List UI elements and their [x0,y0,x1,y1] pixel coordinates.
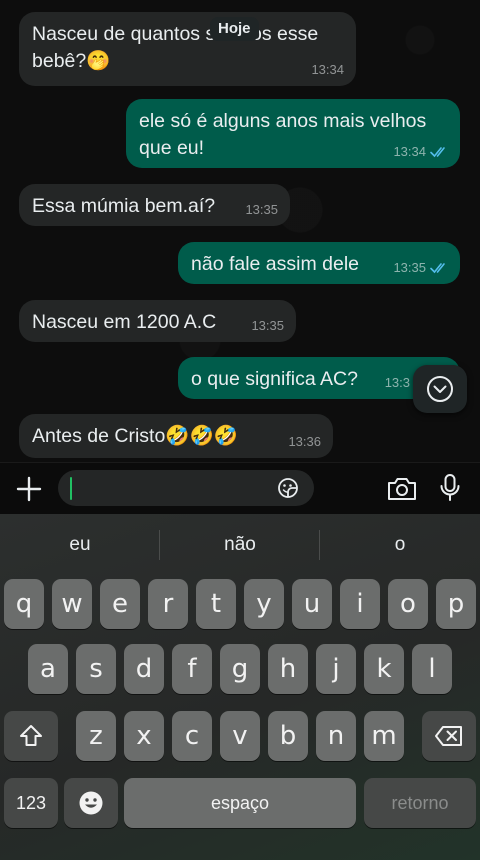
message-incoming[interactable]: Nasceu em 1200 A.C 13:35 [19,300,296,342]
microphone-icon[interactable] [438,472,462,504]
backspace-key[interactable] [422,711,476,761]
key-m[interactable]: m [364,711,404,761]
key-t[interactable]: t [196,579,236,629]
key-a[interactable]: a [28,644,68,694]
key-j[interactable]: j [316,644,356,694]
key-k[interactable]: k [364,644,404,694]
message-text: Nasceu de quantos séculos esse [32,23,319,45]
suggestion-nao[interactable]: não [160,514,320,576]
plus-icon[interactable] [15,475,43,503]
message-outgoing[interactable]: ele só é alguns anos mais velhos que eu!… [126,99,460,168]
message-time: 13:36 [288,434,321,449]
camera-icon[interactable] [386,475,418,503]
double-check-icon [430,263,445,274]
key-l[interactable]: l [412,644,452,694]
key-v[interactable]: v [220,711,260,761]
message-time: 13:35 [245,202,278,217]
key-w[interactable]: w [52,579,92,629]
key-x[interactable]: x [124,711,164,761]
key-d[interactable]: d [124,644,164,694]
key-b[interactable]: b [268,711,308,761]
on-screen-keyboard: eu não o q w e r t y u i o p a s d f g h… [0,514,480,860]
message-time: 13:34 [311,62,344,77]
return-key[interactable]: retorno [364,778,476,828]
emoji-key[interactable] [64,778,118,828]
key-y[interactable]: y [244,579,284,629]
key-p[interactable]: p [436,579,476,629]
space-key[interactable]: espaço [124,778,356,828]
message-text: ele só é alguns anos mais velhos [139,110,427,132]
date-separator: Hoje [210,17,259,41]
key-h[interactable]: h [268,644,308,694]
message-time: 13:35 [393,260,426,275]
key-i[interactable]: i [340,579,380,629]
key-z[interactable]: z [76,711,116,761]
sticker-icon[interactable] [275,475,301,501]
suggestion-o[interactable]: o [320,514,480,576]
message-incoming[interactable]: Antes de Cristo🤣🤣🤣 13:36 [19,414,333,458]
key-e[interactable]: e [100,579,140,629]
shift-key[interactable] [4,711,58,761]
double-check-icon [430,147,445,158]
message-incoming[interactable]: Essa múmia bem.aí? 13:35 [19,184,290,226]
chevron-down-circle-icon [427,376,453,402]
key-o[interactable]: o [388,579,428,629]
scroll-to-bottom-button[interactable] [413,365,467,413]
message-input[interactable] [58,470,314,506]
message-text: Antes de Cristo🤣🤣🤣 [32,425,239,447]
message-composer [0,462,480,515]
key-u[interactable]: u [292,579,332,629]
emoji-icon [79,791,103,815]
numbers-key[interactable]: 123 [4,778,58,828]
key-c[interactable]: c [172,711,212,761]
message-time: 13:35 [251,318,284,333]
chat-area[interactable]: Nasceu de quantos séculos esse bebê?🤭 13… [0,0,480,462]
message-text: Nasceu em 1200 A.C [32,311,217,333]
key-r[interactable]: r [148,579,188,629]
message-incoming[interactable]: Nasceu de quantos séculos esse bebê?🤭 13… [19,12,356,86]
message-text: bebê?🤭 [32,50,111,72]
message-time: 13:3 [384,375,410,390]
key-f[interactable]: f [172,644,212,694]
suggestion-eu[interactable]: eu [0,514,160,576]
text-caret [70,477,72,500]
message-outgoing[interactable]: não fale assim dele 13:35 [178,242,460,284]
shift-icon [20,725,42,746]
message-time: 13:34 [393,144,426,159]
message-text: Essa múmia bem.aí? [32,195,216,217]
key-g[interactable]: g [220,644,260,694]
key-n[interactable]: n [316,711,356,761]
backspace-icon [435,726,462,746]
key-s[interactable]: s [76,644,116,694]
key-q[interactable]: q [4,579,44,629]
